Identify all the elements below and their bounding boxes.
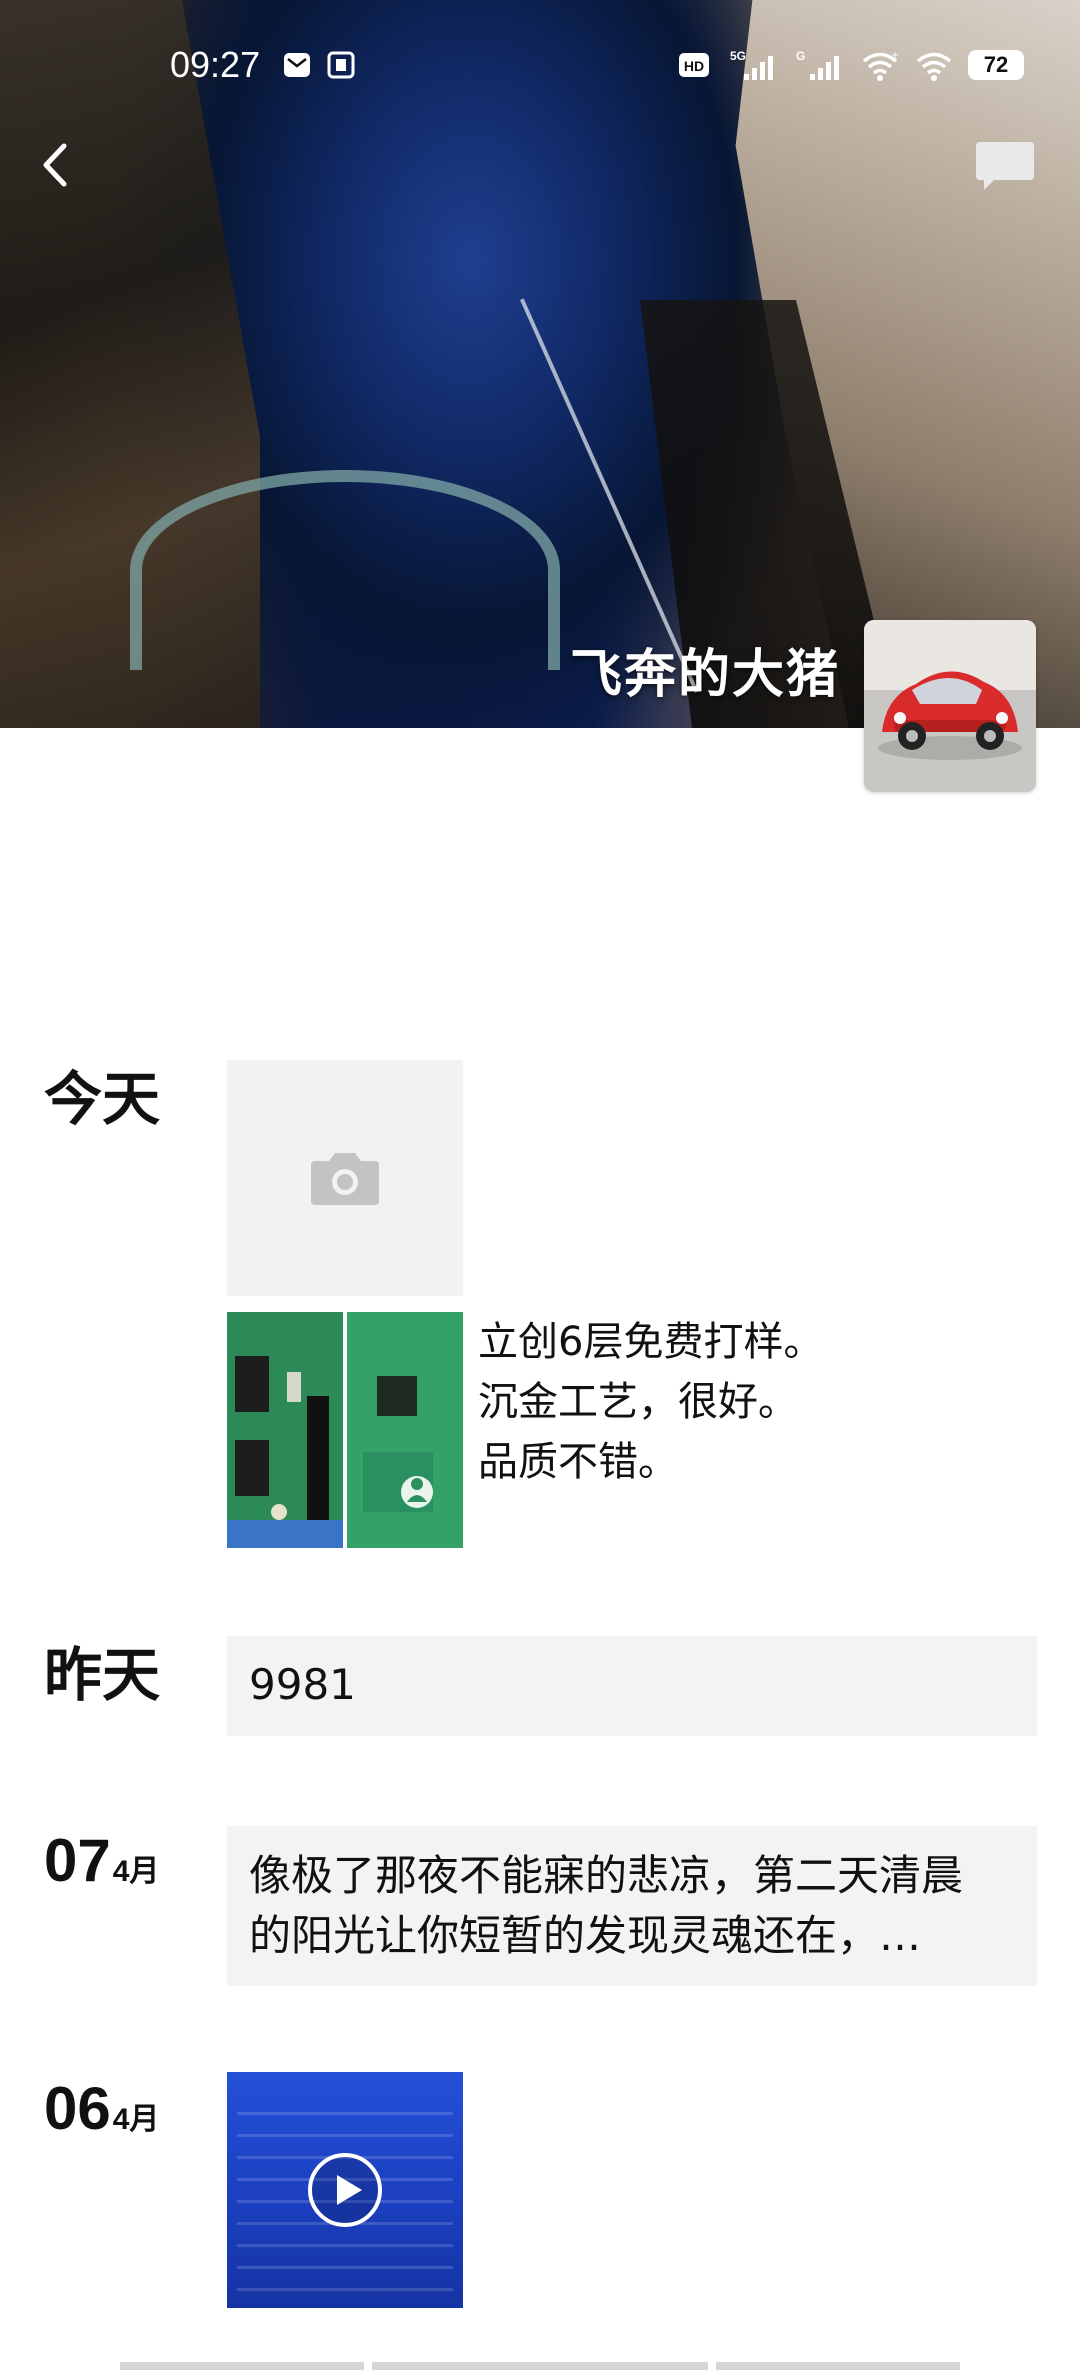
chevron-left-icon (43, 143, 67, 187)
date-month: 4月 (112, 1855, 160, 1888)
signal-5g-icon: 5G (730, 49, 773, 80)
post-text-line: 立创6层免费打样。 (478, 1319, 824, 1365)
hd-icon: HD (679, 53, 709, 77)
status-bar: 09:27 HD 5G G + 72 (0, 38, 1080, 98)
pcb-photo-right (347, 1312, 463, 1548)
post-text: 9981 (249, 1660, 356, 1709)
messages-button[interactable] (974, 138, 1036, 196)
camera-icon (311, 1153, 379, 1205)
profile-avatar[interactable] (864, 620, 1036, 792)
cover-rope (130, 470, 560, 670)
post-camera-placeholder[interactable] (227, 1060, 463, 1296)
post-image-pcb[interactable] (227, 1312, 463, 1548)
date-yesterday: 昨天 (44, 1641, 161, 1709)
svg-text:5G: 5G (730, 49, 746, 63)
red-car-avatar-image (864, 620, 1036, 792)
post-text-card-9981[interactable]: 9981 (227, 1636, 1037, 1736)
next-row-thumbnails-edge (120, 2362, 960, 2370)
svg-text:+: + (891, 50, 899, 61)
date-day: 07 (44, 1827, 111, 1894)
signal-g-icon: G (796, 49, 839, 80)
back-button[interactable] (30, 130, 80, 200)
date-today: 今天 (44, 1065, 161, 1133)
battery-indicator: 72 (968, 50, 1024, 80)
profile-name: 飞奔的大猪 (569, 645, 840, 705)
post-video[interactable] (227, 2072, 463, 2308)
date-06-april: 064月 (44, 2074, 159, 2143)
play-icon[interactable] (306, 2151, 384, 2229)
chat-bubble-icon (976, 142, 1034, 190)
svg-text:HD: HD (684, 58, 704, 74)
wifi-icon (916, 52, 952, 81)
cover-photo[interactable] (0, 0, 1080, 728)
date-07-april: 074月 (44, 1826, 159, 1895)
status-right-icons: HD 5G G + 72 (678, 48, 1024, 82)
svg-text:G: G (796, 49, 805, 63)
post-text-line: 像极了那夜不能寐的悲凉，第二天清晨 (249, 1851, 964, 1900)
notification-mail-icon (284, 53, 310, 77)
wifi-plus-icon: + (862, 50, 899, 81)
notification-app-icon (327, 51, 355, 79)
post-text-card-long[interactable]: 像极了那夜不能寐的悲凉，第二天清晨 的阳光让你短暂的发现灵魂还在，… (227, 1826, 1037, 1986)
post-text-line: 品质不错。 (478, 1439, 678, 1485)
pcb-photo-left (227, 1312, 343, 1548)
post-text-line: 的阳光让你短暂的发现灵魂还在，… (249, 1911, 922, 1960)
status-time: 09:27 (170, 44, 261, 85)
date-day: 06 (44, 2075, 111, 2142)
post-text-pcb[interactable]: 立创6层免费打样。 沉金工艺，很好。 品质不错。 (478, 1312, 823, 1492)
date-month: 4月 (112, 2103, 160, 2136)
post-text-line: 沉金工艺，很好。 (478, 1379, 798, 1425)
